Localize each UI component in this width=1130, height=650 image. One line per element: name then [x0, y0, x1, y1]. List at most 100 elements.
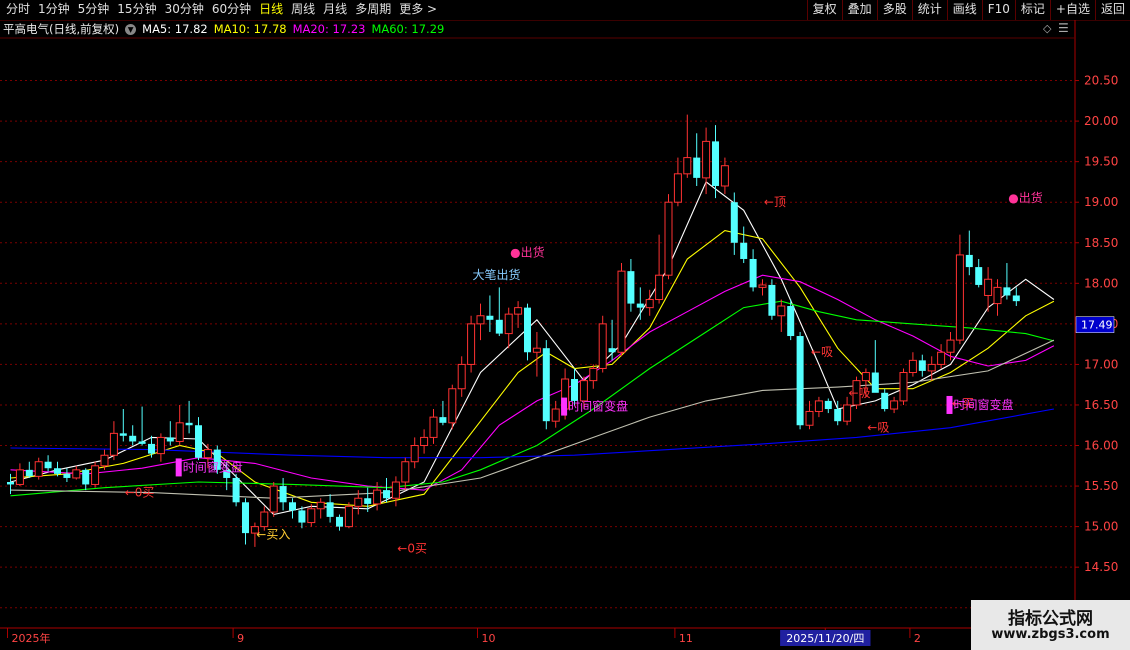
candle-body	[787, 306, 795, 337]
time-window-marker	[561, 397, 568, 416]
candle-body	[861, 372, 870, 382]
candle-body	[138, 441, 146, 444]
candle-body	[476, 315, 485, 325]
signal-label: ←吸	[811, 345, 833, 359]
candle-body	[532, 347, 541, 353]
candle-body	[119, 433, 127, 436]
candle-body	[242, 502, 249, 534]
candle-body	[232, 477, 240, 503]
y-tick-label: 20.00	[1084, 114, 1118, 128]
candle-body	[289, 502, 296, 511]
candle-body	[984, 278, 993, 296]
candle-body	[429, 416, 438, 438]
candle-body	[645, 299, 654, 309]
candle-body	[683, 157, 692, 175]
candle-body	[1003, 287, 1011, 296]
candle-body	[401, 461, 410, 483]
candle-body	[899, 372, 908, 402]
candle-body	[148, 443, 155, 454]
y-tick-label: 14.50	[1084, 560, 1118, 574]
candle-body	[195, 425, 202, 458]
candle-body	[768, 284, 776, 316]
candle-body	[993, 286, 1002, 305]
candle-body	[627, 271, 635, 304]
candle-body	[693, 157, 701, 178]
candle-body	[814, 400, 823, 412]
candle-body	[457, 363, 466, 390]
signal-label: 时间窗变盘	[183, 459, 243, 474]
candle-body	[918, 360, 926, 371]
candle-body	[579, 380, 588, 402]
signal-label: ←0买	[397, 542, 427, 556]
candle-body	[420, 436, 429, 447]
candle-body	[712, 141, 719, 186]
candle-body	[758, 284, 767, 288]
signal-label: ←买入	[256, 528, 290, 542]
candle-body	[551, 408, 560, 422]
candlestick-chart[interactable]: 14.0014.5015.0015.5016.0016.5017.0017.50…	[0, 0, 1130, 650]
candle-body	[44, 461, 52, 469]
candle-body	[486, 315, 494, 320]
candle-body	[834, 409, 842, 422]
candle-body	[391, 481, 400, 499]
signal-label: ←吸	[867, 421, 889, 435]
candle-body	[720, 165, 729, 187]
candle-body	[7, 482, 14, 485]
y-tick-label: 19.00	[1084, 195, 1118, 209]
candle-body	[410, 445, 419, 463]
candle-body	[166, 437, 174, 442]
y-tick-label: 16.00	[1084, 439, 1118, 453]
signal-label: ●出货	[1008, 190, 1042, 205]
candle-body	[260, 511, 269, 528]
candle-body	[15, 469, 24, 485]
candle-body	[439, 417, 447, 423]
candle-body	[805, 410, 814, 426]
candle-body	[655, 274, 664, 301]
candle-body	[542, 348, 550, 422]
candle-body	[175, 422, 184, 442]
x-tick-label: 9	[237, 632, 244, 645]
candle-body	[749, 258, 757, 288]
ma-line-ma60	[10, 300, 1055, 497]
candle-body	[871, 372, 879, 393]
candle-body	[571, 379, 578, 401]
y-tick-label: 20.50	[1084, 74, 1118, 88]
signal-label: ←顶	[764, 195, 786, 209]
candle-body	[598, 323, 607, 369]
candle-body	[336, 516, 343, 527]
y-tick-label: 19.50	[1084, 155, 1118, 169]
candle-body	[495, 319, 503, 334]
y-tick-label: 15.00	[1084, 520, 1118, 534]
y-tick-label: 18.50	[1084, 236, 1118, 250]
x-tick-label: 2025年	[12, 631, 51, 645]
candle-body	[82, 469, 90, 485]
candle-body	[664, 201, 673, 276]
candle-body	[890, 400, 899, 410]
y-tick-label: 15.50	[1084, 479, 1118, 493]
candle-body	[344, 505, 353, 528]
candle-body	[608, 348, 616, 353]
ma-line-ma5	[10, 181, 1055, 516]
x-tick-label: 2	[914, 632, 921, 645]
ma-line-ma20	[10, 274, 1055, 491]
y-tick-label: 17.00	[1084, 357, 1118, 371]
ma-line-extra	[10, 339, 1055, 499]
candle-body	[467, 323, 476, 365]
watermark: 指标公式网 www.zbgs3.com	[971, 600, 1130, 650]
candle-body	[796, 336, 804, 426]
candle-body	[185, 422, 193, 426]
candle-body	[740, 242, 748, 259]
candle-body	[91, 465, 100, 485]
candle-body	[63, 473, 71, 478]
signal-label: ←吸	[849, 386, 871, 400]
x-tick-label: 11	[679, 632, 693, 645]
candle-body	[34, 461, 43, 477]
watermark-title: 指标公式网	[1008, 609, 1093, 629]
candle-body	[636, 303, 644, 308]
candle-body	[364, 498, 372, 504]
candle-body	[965, 254, 973, 268]
x-tick-label: 10	[482, 632, 496, 645]
candle-body	[937, 351, 946, 365]
candle-body	[203, 449, 212, 459]
candle-body	[448, 388, 457, 424]
